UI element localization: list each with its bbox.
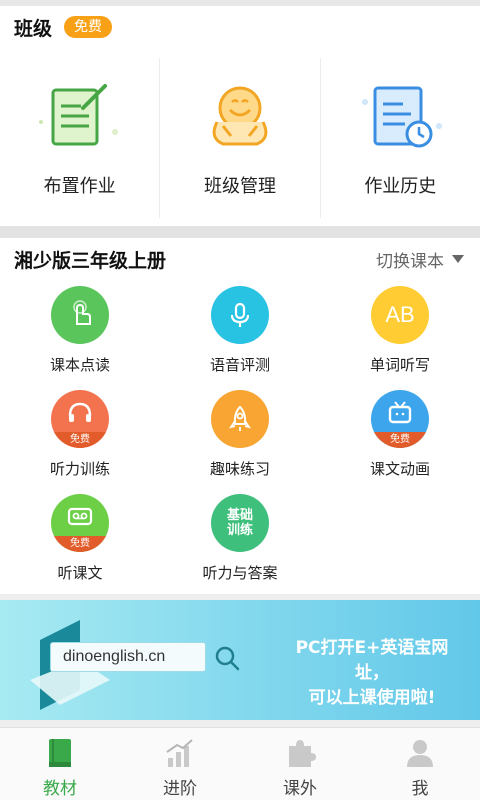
- assign-homework-button[interactable]: 布置作业: [0, 58, 161, 218]
- free-tag: 免费: [51, 432, 109, 448]
- search-icon: [215, 646, 240, 671]
- section-divider: [0, 226, 480, 238]
- bar-chart-icon: [166, 739, 193, 767]
- free-tag: 免费: [51, 536, 109, 552]
- class-management-icon: [212, 86, 268, 146]
- ab-letters-icon: AB: [371, 286, 429, 344]
- feature-listening-training[interactable]: 免费 听力训练: [0, 384, 160, 488]
- textbook-title: 湘少版三年级上册: [14, 249, 167, 272]
- headphones-icon: 免费: [51, 390, 109, 448]
- feature-listening-answers[interactable]: 基础 训练 听力与答案: [160, 488, 320, 592]
- free-tag: 免费: [371, 432, 429, 448]
- feature-label: 趣味练习: [209, 460, 270, 478]
- caret-down-icon: [452, 255, 464, 263]
- rocket-icon: [211, 390, 269, 448]
- feature-label: 课本点读: [49, 356, 110, 374]
- feature-label: 单词听写: [369, 356, 430, 374]
- feature-tap-read[interactable]: 课本点读: [0, 280, 160, 384]
- class-header: 班级 免费: [0, 6, 480, 48]
- class-management-button[interactable]: 班级管理: [160, 58, 321, 218]
- basic-training-icon: 基础 训练: [211, 494, 269, 552]
- nav-label: 课外: [283, 779, 317, 799]
- class-item-label: 班级管理: [203, 176, 276, 197]
- puzzle-icon: [289, 740, 316, 767]
- nav-label: 我: [411, 779, 429, 799]
- feature-label: 听力与答案: [202, 564, 278, 582]
- feature-word-dictation[interactable]: AB 单词听写: [320, 280, 480, 384]
- user-icon: [407, 740, 433, 767]
- textbook-header: 湘少版三年级上册 切换课本: [0, 238, 480, 280]
- assign-homework-icon: [38, 84, 118, 146]
- class-title: 班级: [14, 17, 53, 40]
- website-url-box: dinoenglish.cn: [50, 642, 206, 672]
- nav-extracurricular[interactable]: 课外: [240, 728, 360, 800]
- promo-text: PC打开E+英语宝网址， 可以上课使用啦!: [282, 636, 462, 711]
- feature-label: 听力训练: [49, 460, 110, 478]
- feature-label: 语音评测: [209, 356, 270, 374]
- homework-history-button[interactable]: 作业历史: [321, 58, 480, 218]
- tv-icon: 免费: [371, 390, 429, 448]
- textbook-section: 湘少版三年级上册 切换课本 课本点读 语音评测 AB 单词听写 免费 听力训练 …: [0, 238, 480, 594]
- microphone-icon: [211, 286, 269, 344]
- class-section: 班级 免费 布置作业 班级管理 作业历史: [0, 6, 480, 226]
- nav-label: 教材: [43, 779, 77, 799]
- cassette-icon: 免费: [51, 494, 109, 552]
- switch-textbook-button[interactable]: 切换课本: [376, 247, 464, 272]
- free-badge: 免费: [64, 16, 113, 38]
- tap-read-icon: [51, 286, 109, 344]
- nav-textbook[interactable]: 教材: [0, 728, 120, 800]
- feature-label: 课文动画: [369, 460, 430, 478]
- switch-textbook-label: 切换课本: [376, 251, 444, 272]
- class-actions: 布置作业 班级管理 作业历史: [0, 58, 480, 218]
- ab-icon-text: AB: [385, 302, 415, 327]
- promo-line-1: PC打开E+英语宝网址，: [295, 638, 449, 683]
- feature-listen-text[interactable]: 免费 听课文: [0, 488, 160, 592]
- nav-advanced[interactable]: 进阶: [120, 728, 240, 800]
- feature-text-animation[interactable]: 免费 课文动画: [320, 384, 480, 488]
- homework-history-icon: [362, 86, 443, 148]
- promo-banner[interactable]: dinoenglish.cn PC打开E+英语宝网址， 可以上课使用啦!: [0, 600, 480, 720]
- nav-label: 进阶: [163, 779, 197, 799]
- promo-line-2: 可以上课使用啦!: [308, 688, 436, 708]
- feature-grid: 课本点读 语音评测 AB 单词听写 免费 听力训练 趣味练习 免费 课文动画 免…: [0, 280, 480, 592]
- class-item-label: 布置作业: [43, 176, 116, 197]
- bottom-navigation: 教材 进阶 课外 我: [0, 727, 480, 800]
- feature-fun-practice[interactable]: 趣味练习: [160, 384, 320, 488]
- nav-me[interactable]: 我: [360, 728, 480, 800]
- class-item-label: 作业历史: [364, 176, 437, 197]
- feature-label: 听课文: [57, 564, 103, 582]
- feature-voice-assessment[interactable]: 语音评测: [160, 280, 320, 384]
- textbook-icon: [49, 739, 71, 767]
- basic-training-icon-text: 基础 训练: [226, 508, 253, 538]
